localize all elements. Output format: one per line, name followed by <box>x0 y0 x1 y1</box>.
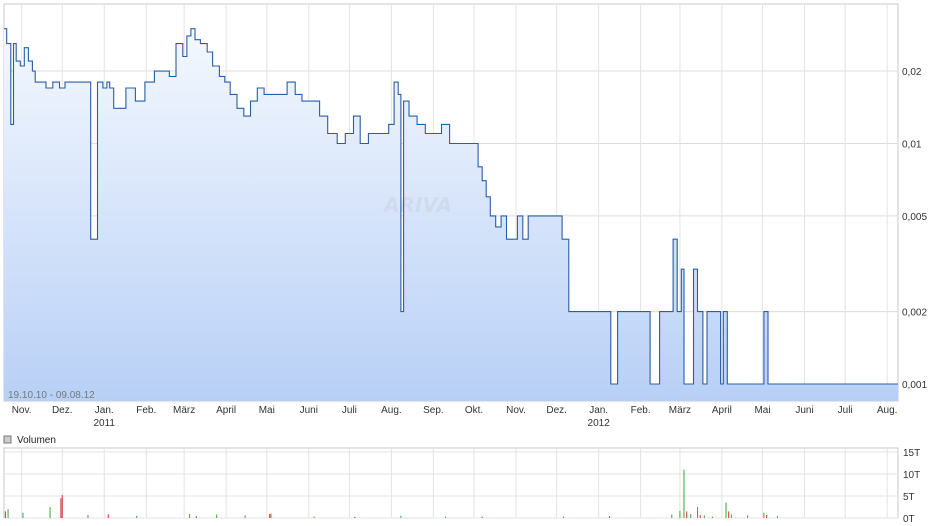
volume-y-tick-label: 0T <box>903 514 915 525</box>
price-y-tick-label: 0,005 <box>902 212 927 223</box>
price-y-tick-label: 0,001 <box>902 380 927 391</box>
x-tick-label: Juni <box>795 405 813 416</box>
x-tick-label: Jan. <box>589 405 608 416</box>
x-tick-label: Dez. <box>546 405 567 416</box>
x-tick-label: Mai <box>259 405 275 416</box>
x-tick-label: Dez. <box>52 405 73 416</box>
x-tick-label: Juni <box>300 405 318 416</box>
x-tick-label: Juli <box>342 405 357 416</box>
volume-y-tick-label: 10T <box>903 470 920 481</box>
x-tick-label: Mai <box>754 405 770 416</box>
price-y-tick-label: 0,01 <box>902 139 922 150</box>
price-y-axis: 0,02 0,01 0,005 0,002 0,001 <box>902 67 927 391</box>
volume-y-tick-label: 5T <box>903 492 915 503</box>
time-x-axis: Nov. Dez. Jan. 2011 Feb. März April Mai Juni Juli… <box>12 405 898 429</box>
price-y-tick-label: 0,002 <box>902 308 927 319</box>
volume-plot-area <box>3 447 899 519</box>
x-tick-label: Okt. <box>465 405 483 416</box>
volume-legend-label: Volumen <box>17 435 56 446</box>
x-tick-label: Jan. <box>95 405 114 416</box>
price-y-tick-label: 0,02 <box>902 67 922 78</box>
x-tick-label: Aug. <box>877 405 898 416</box>
volume-y-tick-label: 15T <box>903 448 920 459</box>
date-range-label: 19.10.10 - 09.08.12 <box>8 390 95 401</box>
x-tick-label: Juli <box>838 405 853 416</box>
x-tick-year-label: 2011 <box>93 418 115 429</box>
x-tick-label: April <box>216 405 236 416</box>
x-tick-label: Nov. <box>506 405 526 416</box>
x-tick-label: März <box>173 405 195 416</box>
x-tick-label: April <box>712 405 732 416</box>
volume-legend-swatch <box>3 435 12 444</box>
volume-y-axis: 15T 10T 5T 0T <box>903 448 920 525</box>
stock-chart: ARIVA 19.10.10 - 09.08.12 0,020,010,0050… <box>3 3 927 525</box>
x-tick-label: Aug. <box>381 405 402 416</box>
x-tick-label: Sep. <box>423 405 444 416</box>
x-tick-label: Feb. <box>136 405 156 416</box>
x-tick-year-label: 2012 <box>588 418 611 429</box>
x-tick-label: Feb. <box>631 405 651 416</box>
x-tick-label: März <box>669 405 691 416</box>
watermark: ARIVA <box>382 193 452 217</box>
x-tick-label: Nov. <box>12 405 32 416</box>
